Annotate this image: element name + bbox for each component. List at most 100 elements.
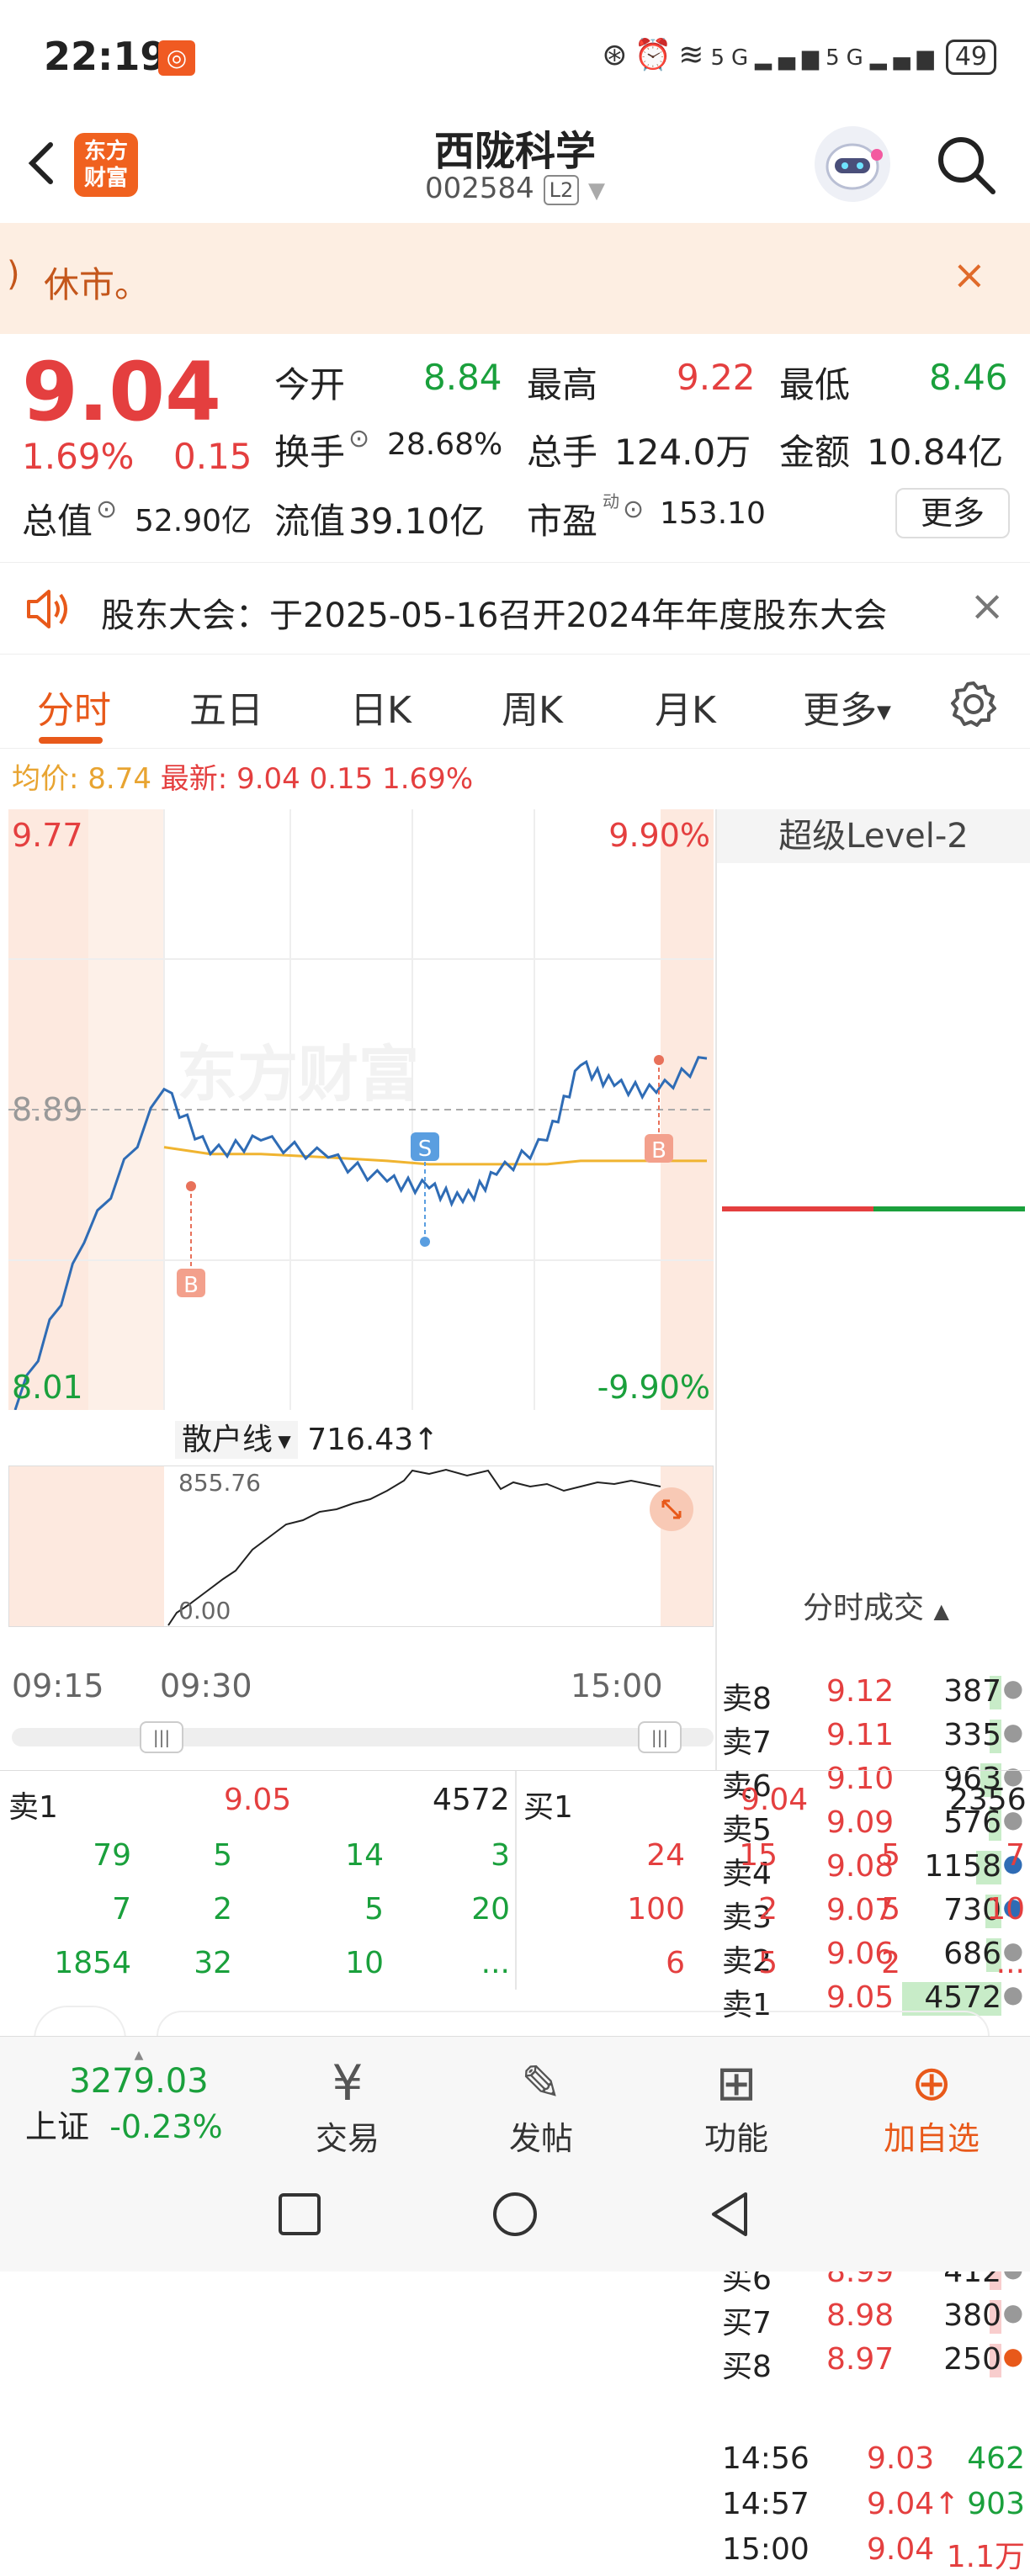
assistant-avatar[interactable] [815, 126, 890, 202]
svg-text:S: S [418, 1137, 433, 1162]
queue-cell: ... [995, 1946, 1025, 1980]
mktcap-label: 总值 [22, 501, 93, 542]
home-icon[interactable] [491, 2191, 539, 2238]
index-name: 上证 [25, 2108, 90, 2145]
order-dot-icon: ● [1002, 2298, 1023, 2326]
recent-apps-icon[interactable] [278, 2192, 321, 2236]
pct-min-label: -9.90% [597, 1369, 710, 1406]
trade-time: 15:00 [722, 2532, 810, 2567]
nav-trade[interactable]: ¥ 交易 [284, 2054, 411, 2159]
more-button[interactable]: 更多 [895, 488, 1010, 538]
intraday-summary: 均价: 8.74 最新: 9.04 0.15 1.69% [12, 755, 473, 797]
change-amount: 0.15 [173, 436, 252, 477]
tab-weekly-k[interactable]: 周K [502, 680, 563, 734]
tab-monthly-k[interactable]: 月K [655, 680, 716, 734]
time-label-close: 15:00 [571, 1667, 663, 1704]
back-nav-icon[interactable] [709, 2191, 751, 2238]
queue-cell: 5 [881, 1838, 900, 1873]
system-nav-bar [0, 2162, 1030, 2271]
amount-label: 金额 [779, 432, 851, 473]
y-max-label: 9.77 [12, 817, 83, 854]
intraday-chart[interactable]: 东方财富 9.77 8.01 8.89 9.90% -9.90% B S B [8, 809, 714, 1410]
indicator-selector[interactable]: 散户线 ▼ [175, 1421, 298, 1459]
open-label: 今开 [274, 364, 346, 405]
queue-cell: 5 [881, 1892, 900, 1927]
chart-area: 东方财富 9.77 8.01 8.89 9.90% -9.90% B S B 散… [0, 809, 1030, 2574]
time-range-scrollbar[interactable] [12, 1728, 714, 1746]
level-label: 卖7 [722, 1725, 772, 1760]
caret-up-icon: ▲ [933, 1599, 949, 1623]
edit-icon: ✎ [520, 2054, 562, 2112]
amount-value: 10.84亿 [867, 432, 1004, 473]
queue-cell: 7 [112, 1892, 131, 1927]
level-volume: 387 [943, 1674, 1001, 1709]
queue-buy-vol: 2356 [949, 1783, 1027, 1817]
caret-down-icon: ▼ [273, 1431, 291, 1451]
level-price: 8.97 [826, 2342, 895, 2377]
alarm-icon: ⏰ [634, 38, 679, 72]
queue-cell: 1854 [54, 1946, 131, 1980]
data-saver-icon: ⊛ [602, 38, 634, 72]
bid-row[interactable]: 买7 8.98 380 ● [722, 2295, 1030, 2340]
stock-code: 002584 [424, 172, 534, 205]
trades-title[interactable]: 分时成交 ▲ [722, 1583, 1030, 1627]
index-ticker[interactable]: ▲ 3279.03 上证 -0.23% [25, 2049, 252, 2147]
close-icon[interactable]: × [969, 581, 1005, 630]
level2-title[interactable]: 超级Level-2 [717, 809, 1030, 863]
watermark: 东方财富 [177, 1039, 419, 1110]
announcement-bar[interactable]: 股东大会：于2025-05-16召开2024年年度股东大会 × [0, 562, 1030, 655]
queue-cell: 20 [471, 1892, 510, 1927]
open-value: 8.84 [423, 357, 502, 398]
avg-value: 8.74 [88, 762, 151, 796]
search-icon[interactable] [932, 131, 1000, 199]
tab-more-label: 更多 [803, 689, 877, 732]
queue-cell: 2 [213, 1892, 232, 1927]
clock: 22:19 [44, 34, 167, 79]
retail-line-chart[interactable]: 855.76 0.00 [8, 1466, 714, 1627]
speaker-icon [27, 590, 67, 628]
ask-row[interactable]: 卖7 9.11 335 ● [722, 1715, 1030, 1760]
float-value: 39.10亿 [348, 501, 486, 542]
sub-min-label: 0.00 [178, 1597, 231, 1625]
chevron-down-icon: ▼ [588, 178, 606, 204]
tab-five-day[interactable]: 五日 [189, 680, 263, 734]
info-icon[interactable]: ⊙ [623, 495, 644, 524]
bid-row[interactable]: 买8 8.97 250 ● [722, 2339, 1030, 2384]
nav-add-watchlist[interactable]: ⊕ 加自选 [868, 2054, 995, 2159]
queue-cell: ... [480, 1946, 510, 1980]
level-volume: 335 [943, 1718, 1001, 1752]
announcement-text: 股东大会：于2025-05-16召开2024年年度股东大会 [101, 596, 888, 635]
current-price: 9.04 [22, 345, 221, 439]
range-handle-right[interactable]: ||| [638, 1721, 682, 1753]
comment-input[interactable] [157, 2011, 990, 2039]
tab-daily-k[interactable]: 日K [350, 680, 411, 734]
prev-close-label: 8.89 [12, 1091, 83, 1128]
gear-icon[interactable] [949, 680, 998, 729]
buy-marker-1[interactable]: B [177, 1181, 205, 1298]
latest-pct: 1.69% [382, 762, 474, 796]
close-icon[interactable]: × [953, 252, 986, 299]
divider [515, 1771, 517, 1990]
pe-value: 153.10 [660, 496, 766, 531]
level-volume: 380 [943, 2298, 1001, 2333]
range-handle-left[interactable]: ||| [140, 1721, 183, 1753]
nav-post[interactable]: ✎ 发帖 [478, 2054, 604, 2159]
queue-cell: 32 [194, 1946, 232, 1980]
battery-icon: 49 [945, 40, 996, 75]
sub-max-label: 855.76 [178, 1469, 261, 1497]
pct-max-label: 9.90% [608, 817, 710, 854]
tab-intraday[interactable]: 分时 [37, 680, 111, 734]
indicator-name: 散户线 [182, 1423, 273, 1457]
info-icon[interactable]: ⊙ [96, 495, 117, 524]
tab-more[interactable]: 更多▼ [803, 680, 891, 734]
info-icon[interactable]: ⊙ [348, 424, 369, 453]
ask-row[interactable]: 卖8 9.12 387 ● [722, 1671, 1030, 1716]
avatar[interactable] [34, 2006, 126, 2039]
queue-buy-label: 买1 [523, 1790, 573, 1825]
nav-functions[interactable]: ⊞ 功能 [673, 2054, 799, 2159]
queue-buy-price: 9.04 [741, 1783, 809, 1817]
notice-bracket: ) [7, 255, 20, 294]
nav-post-label: 发帖 [508, 2120, 573, 2157]
nav-add-label: 加自选 [883, 2120, 980, 2157]
latest-change: 0.15 [309, 762, 374, 796]
